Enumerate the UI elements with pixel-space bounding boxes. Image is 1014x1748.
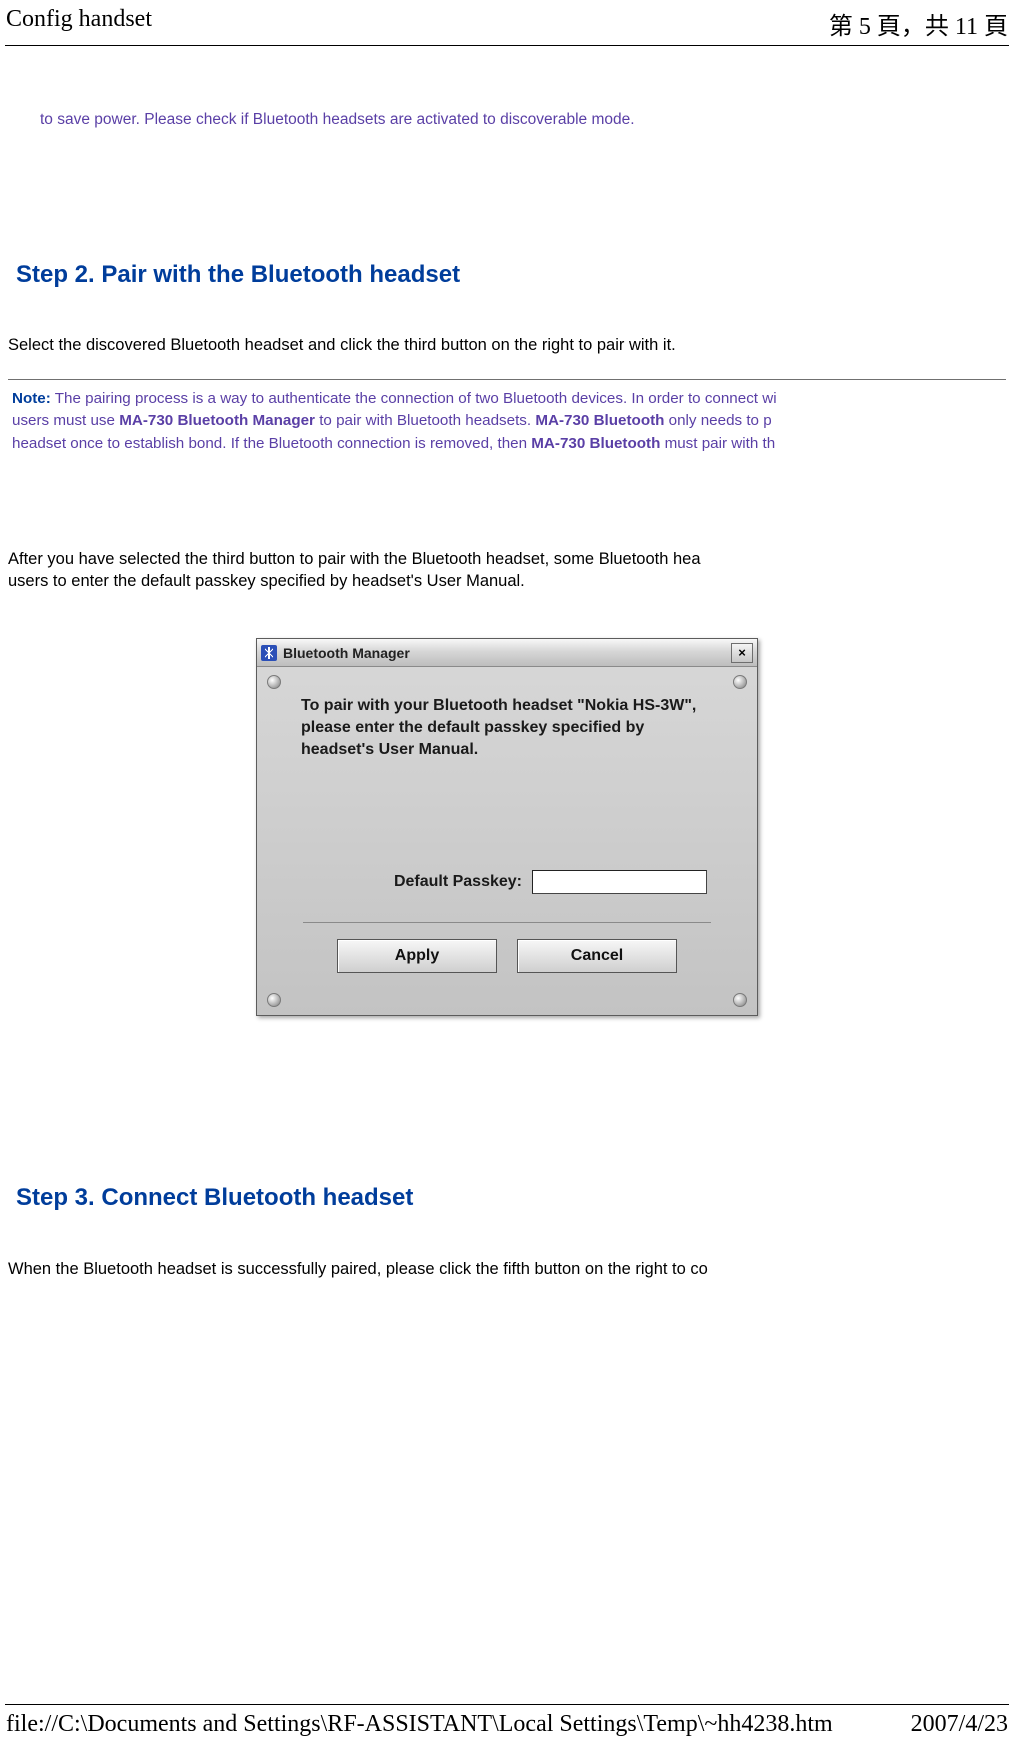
note-line1: The pairing process is a way to authenti… bbox=[51, 390, 777, 407]
note-line2b: to pair with Bluetooth headsets. bbox=[315, 412, 535, 429]
file-path: file://C:\Documents and Settings\RF-ASSI… bbox=[6, 1711, 833, 1738]
step3-paragraph1: When the Bluetooth headset is successful… bbox=[8, 1258, 1006, 1280]
page-indicator: 第 5 頁，共 11 頁 bbox=[829, 6, 1008, 41]
step2-heading: Step 2. Pair with the Bluetooth headset bbox=[16, 261, 1006, 289]
product-name: MA-730 Bluetooth bbox=[535, 412, 664, 429]
close-button[interactable]: × bbox=[731, 643, 753, 663]
bluetooth-icon bbox=[261, 645, 277, 661]
cancel-button[interactable]: Cancel bbox=[517, 939, 677, 973]
rivet-icon bbox=[267, 675, 281, 689]
continuation-text: to save power. Please check if Bluetooth… bbox=[40, 108, 1006, 131]
step2-paragraph2: After you have selected the third button… bbox=[8, 548, 1006, 593]
product-name: MA-730 Bluetooth bbox=[531, 435, 660, 452]
rivet-icon bbox=[733, 675, 747, 689]
step3-heading: Step 3. Connect Bluetooth headset bbox=[16, 1184, 1006, 1212]
divider bbox=[303, 922, 711, 923]
rivet-icon bbox=[733, 993, 747, 1007]
dialog-titlebar: Bluetooth Manager × bbox=[257, 639, 757, 667]
passkey-label: Default Passkey: bbox=[394, 873, 522, 891]
note-line3b: must pair with th bbox=[660, 435, 775, 452]
divider bbox=[5, 45, 1009, 46]
dialog-screenshot: Bluetooth Manager × To pair with your Bl… bbox=[8, 638, 1006, 1016]
bluetooth-manager-dialog: Bluetooth Manager × To pair with your Bl… bbox=[256, 638, 758, 1016]
note-block: Note: The pairing process is a way to au… bbox=[8, 379, 1006, 456]
rivet-icon bbox=[267, 993, 281, 1007]
product-name: MA-730 Bluetooth Manager bbox=[119, 412, 315, 429]
note-line2a: users must use bbox=[12, 412, 119, 429]
dialog-message: To pair with your Bluetooth headset "Nok… bbox=[283, 687, 731, 760]
dialog-title: Bluetooth Manager bbox=[283, 645, 731, 661]
step2-paragraph1: Select the discovered Bluetooth headset … bbox=[8, 334, 1006, 356]
apply-button[interactable]: Apply bbox=[337, 939, 497, 973]
footer-date: 2007/4/23 bbox=[911, 1711, 1008, 1738]
note-label: Note: bbox=[12, 390, 51, 407]
page-title: Config handset bbox=[6, 6, 152, 33]
passkey-input[interactable] bbox=[532, 870, 707, 894]
note-line3a: headset once to establish bond. If the B… bbox=[12, 435, 531, 452]
note-line2c: only needs to p bbox=[664, 412, 771, 429]
